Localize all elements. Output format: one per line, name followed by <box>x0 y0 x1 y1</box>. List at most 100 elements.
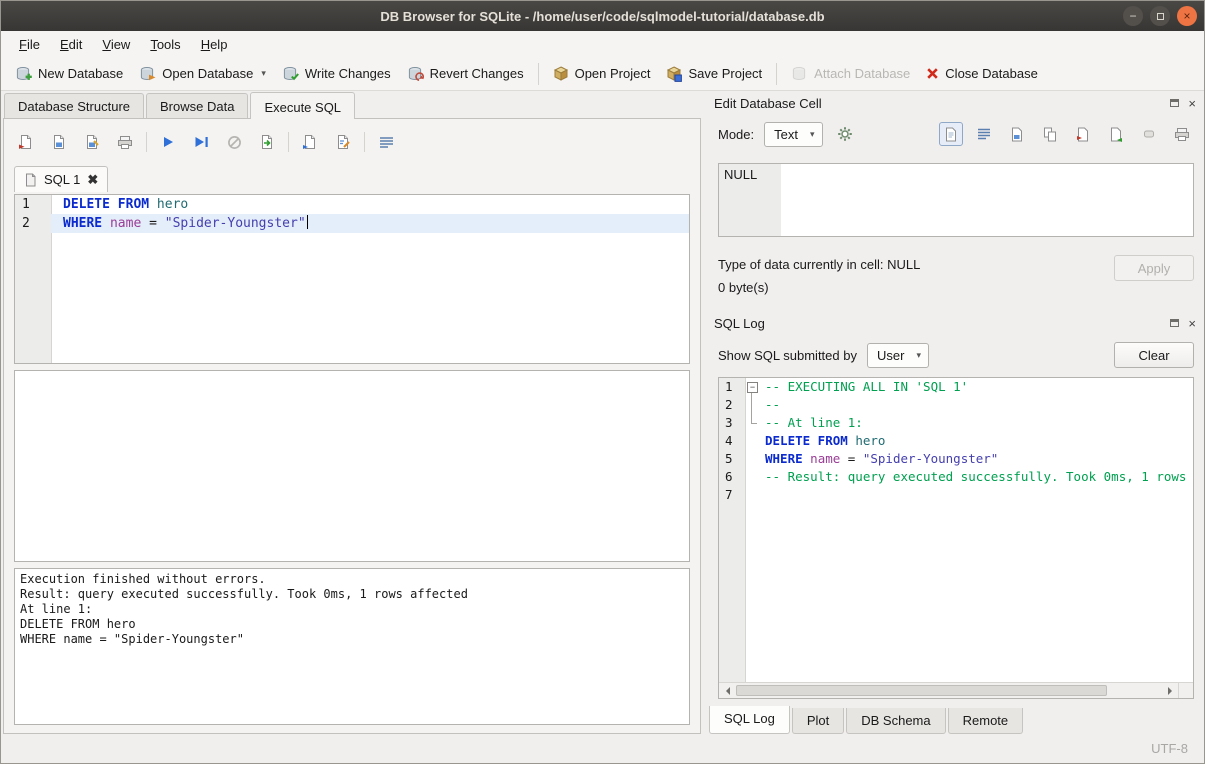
token: -- EXECUTING ALL IN 'SQL 1' <box>765 379 968 394</box>
tab-database-structure[interactable]: Database Structure <box>4 93 144 118</box>
close-dock-icon[interactable]: × <box>1188 97 1196 110</box>
fold-guide <box>745 450 760 468</box>
print-sql-button[interactable] <box>113 130 137 154</box>
token: = <box>141 216 164 231</box>
save-sql-as-icon <box>84 134 100 150</box>
cell-editor-textarea[interactable]: NULL <box>718 163 1194 237</box>
save-sql-file-button[interactable] <box>47 130 71 154</box>
line-number: 3 <box>719 414 745 432</box>
save-sql-as-button[interactable] <box>80 130 104 154</box>
revert-changes-icon <box>407 66 424 82</box>
code-text: DELETE FROM hero <box>51 195 689 214</box>
open-sql-file-button[interactable] <box>14 130 38 154</box>
write-changes-button[interactable]: Write Changes <box>274 61 399 87</box>
token: WHERE <box>765 451 803 466</box>
sql-file-icon <box>24 173 37 187</box>
word-wrap-button[interactable] <box>374 130 398 154</box>
code-line: 6-- Result: query executed successfully.… <box>719 468 1193 486</box>
execute-current-line-icon <box>194 135 209 149</box>
text-document-icon <box>944 127 958 142</box>
sql-editor[interactable]: 1DELETE FROM hero2WHERE name = "Spider-Y… <box>14 194 690 364</box>
mode-label: Mode: <box>718 127 754 142</box>
cell-toolbar-icons <box>939 122 1194 146</box>
tab-browse-data[interactable]: Browse Data <box>146 93 248 118</box>
open-database-caret-icon[interactable]: ▾ <box>261 68 266 79</box>
code-text: WHERE name = "Spider-Youngster" <box>51 214 689 233</box>
token: hero <box>855 433 885 448</box>
text-mode-button[interactable] <box>939 122 963 146</box>
minimize-button[interactable]: − <box>1123 6 1143 26</box>
edit-cell-dock-header: Edit Database Cell × <box>708 91 1204 115</box>
menu-help[interactable]: Help <box>191 33 238 56</box>
export-results-button[interactable] <box>255 130 279 154</box>
tab-remote[interactable]: Remote <box>948 708 1024 734</box>
menu-tools[interactable]: Tools <box>140 33 190 56</box>
code-line: 3-- At line 1: <box>719 414 1193 432</box>
maximize-button[interactable] <box>1150 6 1170 26</box>
print-cell-button[interactable] <box>1170 122 1194 146</box>
sql-log-lines: 1-- EXECUTING ALL IN 'SQL 1'2--3-- At li… <box>719 378 1193 504</box>
save-project-button[interactable]: Save Project <box>658 61 770 87</box>
fold-guide <box>745 396 760 414</box>
float-dock-icon[interactable] <box>1170 99 1179 107</box>
stop-execution-button[interactable] <box>222 130 246 154</box>
token: WHERE <box>63 216 102 231</box>
new-database-button[interactable]: New Database <box>7 61 131 87</box>
new-database-icon <box>15 66 32 82</box>
scrollbar-thumb[interactable] <box>736 685 1107 696</box>
export-results-icon <box>259 134 275 150</box>
apply-button[interactable]: Apply <box>1114 255 1194 281</box>
set-null-button[interactable] <box>1137 122 1161 146</box>
attach-database-button[interactable]: Attach Database <box>783 61 918 87</box>
clear-log-button[interactable]: Clear <box>1114 342 1194 368</box>
execute-current-line-button[interactable] <box>189 130 213 154</box>
close-database-icon <box>926 67 939 80</box>
format-sql-button[interactable] <box>331 130 355 154</box>
close-tab-icon[interactable]: ✖ <box>87 173 98 186</box>
tab-sql-log[interactable]: SQL Log <box>709 706 790 734</box>
save-results-button[interactable] <box>298 130 322 154</box>
export-cell-data-button[interactable] <box>1104 122 1128 146</box>
open-cell-data-button[interactable] <box>1005 122 1029 146</box>
close-button[interactable]: × <box>1177 6 1197 26</box>
cell-null-area: NULL <box>719 164 781 236</box>
close-database-button[interactable]: Close Database <box>918 61 1046 86</box>
scroll-right-icon[interactable] <box>1162 683 1178 699</box>
titlebar: DB Browser for SQLite - /home/user/code/… <box>1 1 1204 31</box>
revert-changes-button[interactable]: Revert Changes <box>399 61 532 87</box>
import-cell-data-button[interactable] <box>1071 122 1095 146</box>
code-line: 1-- EXECUTING ALL IN 'SQL 1' <box>719 378 1193 396</box>
log-filter-label: Show SQL submitted by <box>718 348 857 363</box>
open-database-button[interactable]: Open Database ▾ <box>131 61 274 87</box>
scrollbar-track[interactable] <box>735 683 1162 698</box>
menu-edit[interactable]: Edit <box>50 33 92 56</box>
execute-sql-panel: SQL 1 ✖ 1DELETE FROM hero2WHERE name = "… <box>3 118 701 734</box>
open-file-icon <box>1010 127 1024 142</box>
token: -- Result: query executed successfully. … <box>765 469 1193 484</box>
cell-settings-button[interactable] <box>833 122 857 146</box>
copy-cell-data-button[interactable] <box>1038 122 1062 146</box>
token: name <box>810 451 840 466</box>
scroll-left-icon[interactable] <box>719 683 735 699</box>
log-filter-combobox[interactable]: User ▾ <box>867 343 929 368</box>
mode-combobox[interactable]: Text ▾ <box>764 122 822 147</box>
log-filter-value: User <box>877 348 904 363</box>
gear-icon <box>837 126 853 142</box>
close-dock-icon[interactable]: × <box>1188 317 1196 330</box>
menu-view[interactable]: View <box>92 33 140 56</box>
sql-log-title: SQL Log <box>714 316 1170 331</box>
log-horizontal-scrollbar[interactable] <box>719 682 1193 698</box>
chevron-down-icon: ▾ <box>810 129 815 140</box>
open-project-button[interactable]: Open Project <box>545 61 659 87</box>
dock-tabbar: SQL Log Plot DB Schema Remote <box>708 706 1204 734</box>
sql-1-tab[interactable]: SQL 1 ✖ <box>14 166 108 192</box>
execute-all-button[interactable] <box>156 130 180 154</box>
fold-collapse-icon[interactable] <box>745 378 760 396</box>
tab-execute-sql[interactable]: Execute SQL <box>250 92 355 119</box>
float-dock-icon[interactable] <box>1170 319 1179 327</box>
cell-text-area <box>781 164 1193 236</box>
word-wrap-toggle-button[interactable] <box>972 122 996 146</box>
tab-db-schema[interactable]: DB Schema <box>846 708 945 734</box>
tab-plot[interactable]: Plot <box>792 708 844 734</box>
menu-file[interactable]: File <box>9 33 50 56</box>
